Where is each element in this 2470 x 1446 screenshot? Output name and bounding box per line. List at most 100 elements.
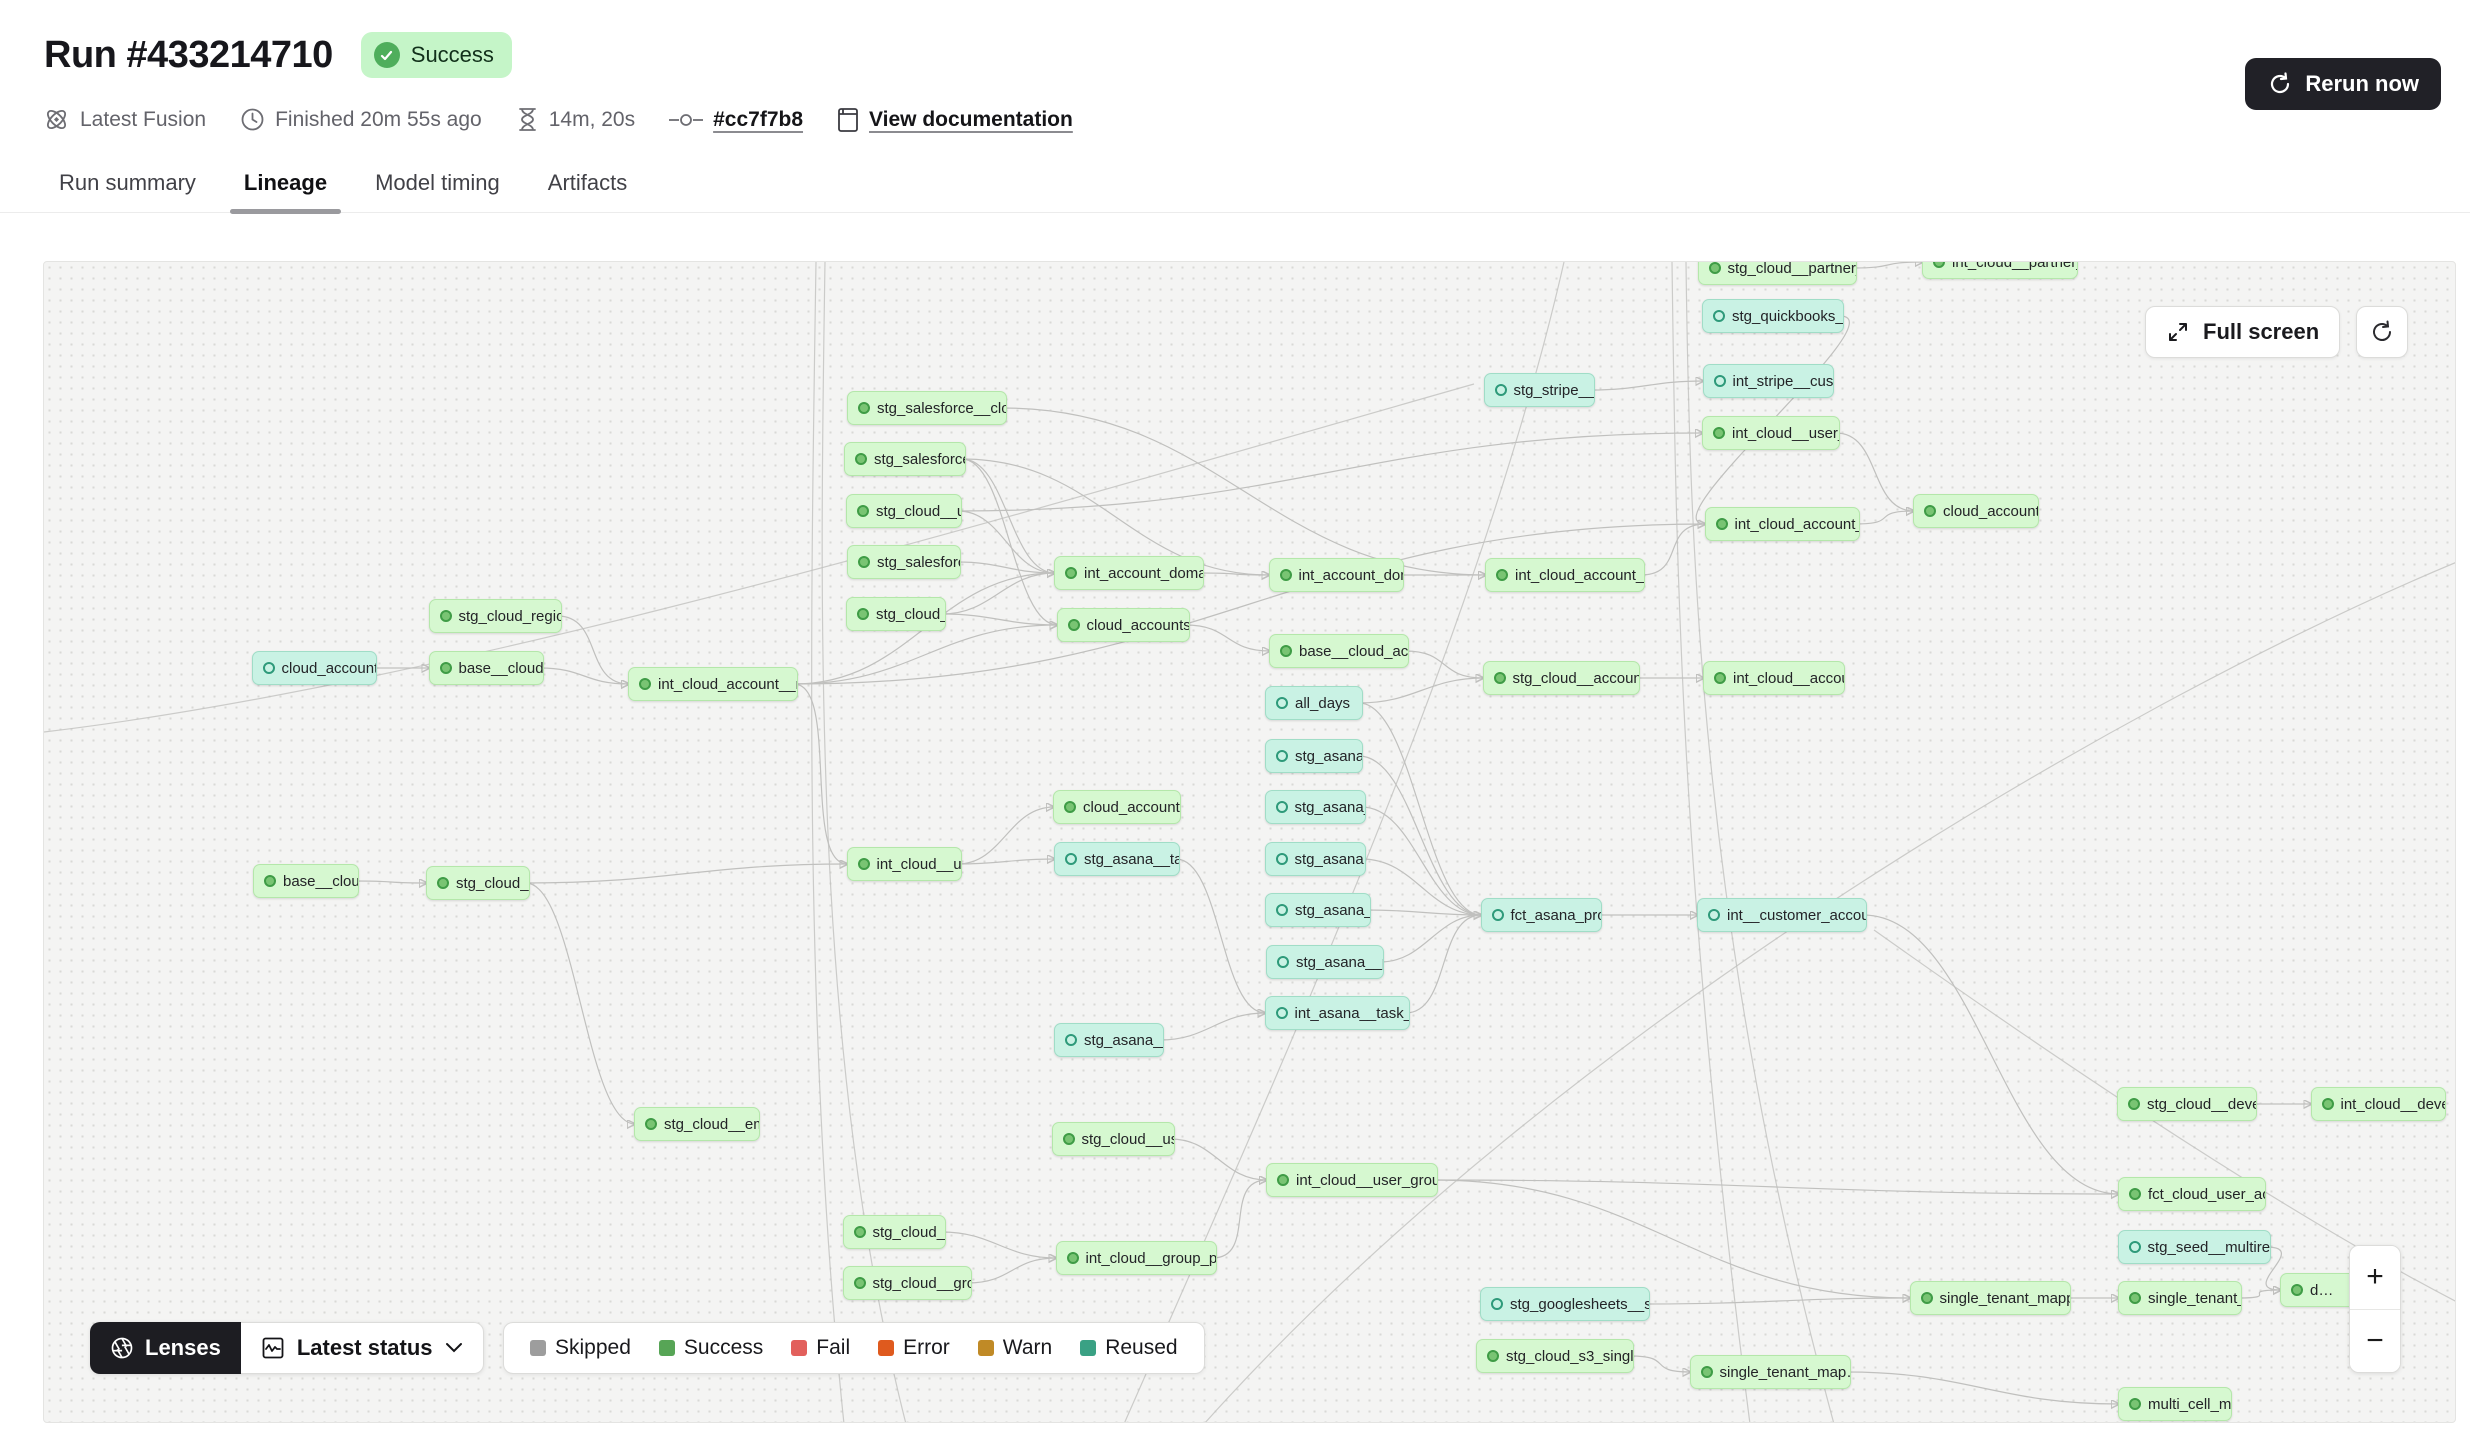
tab-artifacts[interactable]: Artifacts [546,164,629,212]
graph-node[interactable]: stg_asana__tas… [1054,842,1180,876]
graph-node-label: stg_stripe__c… [1514,382,1595,399]
success-status-icon [854,1226,866,1238]
success-status-icon [2129,1188,2141,1200]
document-icon [837,107,859,133]
graph-node[interactable]: int_cloud__group_per… [1056,1241,1217,1275]
graph-node-label: int_account_dom… [1299,567,1404,584]
graph-node[interactable]: int_cloud_account__m… [628,667,798,701]
graph-node[interactable]: stg_asana__pr… [1266,945,1384,979]
graph-node[interactable]: stg_cloud__email… [634,1107,760,1141]
graph-node[interactable]: stg_seed__multireg… [2118,1230,2271,1264]
reused-status-icon [1277,956,1289,968]
graph-node[interactable]: int_account_dom… [1269,558,1404,592]
graph-node[interactable]: base__cloud_… [429,651,544,685]
graph-node[interactable]: stg_asana… [1265,739,1363,773]
graph-node[interactable]: stg_cloud_… [426,866,530,900]
meta-docs: View documentation [837,107,1073,133]
status-badge: Success [361,32,512,78]
graph-node[interactable]: all_days [1265,686,1363,720]
graph-node[interactable]: stg_asana__… [1054,1023,1164,1057]
graph-node[interactable]: int_stripe__custo… [1703,364,1834,398]
graph-node[interactable]: base__cloud_acco… [1269,634,1409,668]
success-status-icon [1709,262,1721,274]
graph-node-label: fct_cloud_user_acc… [2148,1186,2266,1203]
zoom-out-button[interactable]: − [2350,1310,2400,1373]
zoom-in-button[interactable]: + [2350,1246,2400,1310]
graph-node-label: stg_cloud_… [456,875,530,892]
success-status-icon [858,402,870,414]
graph-node[interactable]: stg_quickbooks__a… [1702,299,1844,333]
graph-node[interactable]: int_account_domain… [1054,556,1204,590]
tab-run-summary[interactable]: Run summary [57,164,198,212]
graph-node[interactable]: int_asana__task_s… [1265,996,1410,1030]
legend-item-skipped: Skipped [530,1336,631,1360]
graph-node[interactable]: stg_cloud__us… [846,494,962,528]
graph-node-label: int_cloud__user_ac… [1732,425,1840,442]
reused-status-icon [1276,1007,1288,1019]
graph-node[interactable]: int_cloud_account_ma… [1705,507,1860,541]
graph-node[interactable]: single_tenant_map… [1690,1355,1851,1389]
chevron-down-icon [445,1342,463,1354]
graph-node[interactable]: base__clou… [253,864,359,898]
graph-node[interactable]: cloud_account… [1053,790,1181,824]
view-documentation-link[interactable]: View documentation [869,108,1073,132]
graph-node[interactable]: stg_cloud__accounts… [1483,661,1640,695]
graph-node[interactable]: stg_asana… [1265,842,1366,876]
graph-node-label: int_stripe__custo… [1733,373,1834,390]
graph-node[interactable]: stg_salesforce_… [844,442,966,476]
graph-node[interactable]: int_cloud__us… [847,847,962,881]
graph-node[interactable]: stg_stripe__c… [1484,373,1595,407]
graph-node[interactable]: fct_cloud_user_acc… [2118,1177,2266,1211]
title-row: Run #433214710 Success [44,32,512,78]
graph-node[interactable]: stg_salesforce… [847,545,961,579]
graph-node[interactable]: cloud_account… [1913,494,2039,528]
success-status-icon [1064,801,1076,813]
refresh-lineage-button[interactable] [2356,306,2408,358]
tab-lineage[interactable]: Lineage [242,164,329,212]
graph-node[interactable]: cloud_account… [252,651,377,685]
success-status-icon [2322,1098,2334,1110]
graph-node[interactable]: stg_cloud__partner_c… [1698,261,1857,285]
reused-status-icon [1065,1034,1077,1046]
graph-node[interactable]: stg_cloud__us… [1052,1122,1175,1156]
refresh-icon [2369,319,2395,345]
graph-node[interactable]: stg_cloud__group… [843,1266,972,1300]
success-status-icon [2129,1398,2141,1410]
graph-node[interactable]: single_tenant_… [2118,1281,2242,1315]
graph-node[interactable]: int_cloud__accoun… [1703,661,1845,695]
graph-node[interactable]: int_cloud__user_ac… [1702,416,1840,450]
reused-status-icon [1713,310,1725,322]
success-status-icon [639,678,651,690]
graph-node[interactable]: int_cloud__user_group… [1266,1163,1438,1197]
rerun-now-button[interactable]: Rerun now [2245,58,2441,110]
full-screen-button[interactable]: Full screen [2145,306,2340,358]
tab-model-timing[interactable]: Model timing [373,164,502,212]
lens-selector[interactable]: Latest status [241,1322,484,1374]
graph-node[interactable]: multi_cell_m… [2118,1387,2232,1421]
graph-node[interactable]: stg_cloud_region… [429,599,562,633]
graph-node[interactable]: stg_cloud__… [846,597,946,631]
graph-node[interactable]: int__customer_account… [1697,898,1867,932]
graph-node[interactable]: stg_googlesheets__sin… [1480,1287,1650,1321]
lineage-canvas[interactable]: stg_salesforce__cloud_…stg_salesforce_…s… [43,261,2456,1423]
graph-node[interactable]: stg_asana__… [1265,893,1371,927]
graph-node[interactable]: int_cloud__devel… [2311,1087,2446,1121]
graph-node[interactable]: single_tenant_mapp… [1910,1281,2071,1315]
success-status-icon [2128,1098,2140,1110]
graph-node-label: int_asana__task_s… [1295,1005,1410,1022]
graph-node[interactable]: stg_asana_… [1265,790,1366,824]
graph-node-label: stg_googlesheets__sin… [1510,1296,1650,1313]
graph-node[interactable]: stg_cloud_… [843,1215,946,1249]
graph-node[interactable]: stg_cloud__devel… [2117,1087,2257,1121]
graph-node[interactable]: cloud_accounts_… [1057,608,1190,642]
graph-node-label: int_cloud__partner_con… [1952,261,2078,271]
lenses-button[interactable]: Lenses [90,1322,241,1374]
graph-node[interactable]: stg_salesforce__cloud_… [847,391,1007,425]
graph-node[interactable]: fct_asana_proj… [1481,898,1602,932]
commit-hash-link[interactable]: #cc7f7b8 [713,108,803,132]
graph-node[interactable]: stg_cloud_s3_singl… [1476,1339,1634,1373]
legend-item-success: Success [659,1336,763,1360]
graph-node[interactable]: int_cloud__partner_con… [1922,261,2078,279]
graph-node-label: int_cloud__us… [877,856,962,873]
graph-node[interactable]: int_cloud_account_ma… [1485,558,1645,592]
